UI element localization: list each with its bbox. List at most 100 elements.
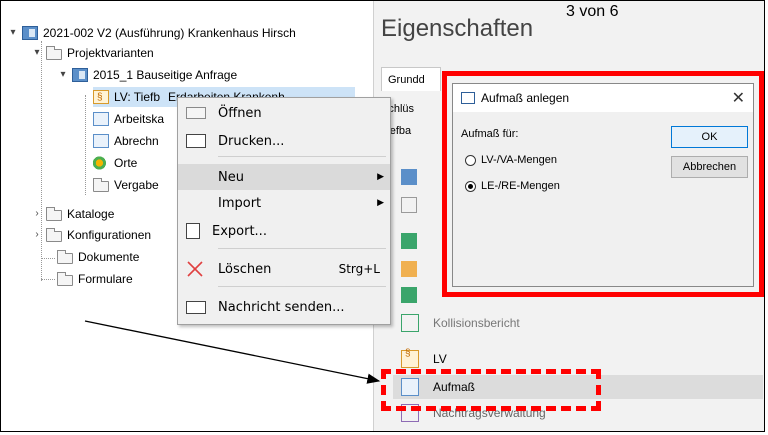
tree-item-formulare[interactable]: Formulare bbox=[57, 269, 133, 289]
tree-item-konfigurationen[interactable]: › Konfigurationen bbox=[31, 225, 151, 245]
tree-item-projektvarianten[interactable]: ▾ Projektvarianten bbox=[31, 43, 154, 63]
tree-item-label: 2015_1 Bauseitige Anfrage bbox=[93, 68, 238, 82]
folder-icon bbox=[46, 206, 62, 221]
menu-item-shortcut: Strg+L bbox=[338, 262, 380, 276]
tree-item-orte[interactable]: Orte bbox=[93, 153, 137, 173]
tree-item-arbeitskalkulation[interactable]: Arbeitska bbox=[93, 109, 164, 129]
ribbon-lv-button[interactable]: LV bbox=[393, 347, 763, 371]
ribbon-label: Kollisionsbericht bbox=[433, 316, 520, 330]
tree-item-label: Projektvarianten bbox=[67, 46, 154, 60]
mail-icon bbox=[186, 300, 206, 314]
tree-item-label: Kataloge bbox=[67, 207, 115, 221]
ribbon-icon[interactable] bbox=[401, 261, 417, 277]
menu-item-label: Import bbox=[218, 195, 262, 211]
folder-icon bbox=[57, 271, 73, 286]
variant-icon bbox=[72, 68, 88, 82]
folder-open-icon bbox=[186, 107, 206, 119]
radio-button[interactable] bbox=[465, 154, 476, 166]
tree-item-label: Orte bbox=[114, 156, 138, 170]
tree-item-abrechnung[interactable]: Abrechn bbox=[93, 131, 159, 151]
chevron-down-icon[interactable]: ▾ bbox=[7, 23, 19, 43]
folder-icon bbox=[46, 45, 62, 60]
ribbon-icon[interactable] bbox=[401, 169, 417, 185]
project-icon bbox=[22, 26, 38, 40]
locations-icon bbox=[93, 156, 109, 170]
radio-le-re-mengen[interactable]: LE-/RE-Mengen bbox=[465, 180, 560, 192]
tree-item-label: Konfigurationen bbox=[67, 228, 152, 242]
folder-icon bbox=[57, 249, 73, 264]
report-icon bbox=[401, 314, 419, 332]
highlight-dashed-box bbox=[381, 369, 601, 411]
menu-item-loeschen[interactable]: Löschen Strg+L bbox=[178, 256, 390, 282]
tree-item-label: LV: Tiefb bbox=[114, 90, 161, 104]
lv-icon bbox=[401, 348, 419, 368]
radio-button-selected[interactable] bbox=[465, 180, 476, 192]
ribbon-icon[interactable] bbox=[401, 233, 417, 249]
ribbon-label: LV bbox=[433, 352, 447, 366]
ribbon-icon[interactable] bbox=[401, 197, 417, 213]
menu-item-label: Export... bbox=[212, 223, 267, 239]
printer-icon bbox=[186, 134, 206, 148]
tree-item-label: 2021-002 V2 (Ausführung) Krankenhaus Hir… bbox=[43, 26, 296, 40]
tab-grunddaten[interactable]: Grundd bbox=[381, 67, 441, 91]
billing-icon bbox=[93, 134, 109, 148]
import-icon bbox=[186, 194, 206, 212]
tree-item-label: Arbeitska bbox=[114, 112, 165, 126]
dialog-titlebar: Aufmaß anlegen ✕ bbox=[453, 84, 753, 112]
menu-separator bbox=[218, 156, 386, 157]
panel-title: Eigenschaften bbox=[381, 15, 534, 42]
ribbon-kollisionsbericht-button[interactable]: Kollisionsbericht bbox=[393, 311, 763, 335]
tree-guide bbox=[85, 95, 86, 195]
menu-item-drucken[interactable]: Drucken... bbox=[178, 128, 390, 154]
dialog-app-icon bbox=[461, 92, 475, 104]
radio-label: LV-/VA-Mengen bbox=[481, 154, 558, 166]
tree-item-variante[interactable]: ▾ 2015_1 Bauseitige Anfrage bbox=[57, 65, 237, 85]
folder-icon bbox=[46, 227, 62, 242]
tree-item-kataloge[interactable]: › Kataloge bbox=[31, 204, 114, 224]
menu-separator bbox=[218, 248, 386, 249]
context-menu: Öffnen Drucken... Neu ▶ Import ▶ Export.… bbox=[177, 97, 391, 325]
tree-item-root[interactable]: ▾ 2021-002 V2 (Ausführung) Krankenhaus H… bbox=[7, 23, 296, 43]
cancel-button[interactable]: Abbrechen bbox=[671, 156, 748, 178]
tree-item-label: Vergabe bbox=[114, 178, 159, 192]
new-icon bbox=[186, 168, 206, 186]
lv-icon bbox=[93, 88, 109, 108]
menu-item-label: Nachricht senden... bbox=[218, 299, 345, 315]
tree-item-vergabe[interactable]: Vergabe bbox=[93, 175, 159, 195]
ok-button[interactable]: OK bbox=[671, 126, 748, 148]
chevron-down-icon[interactable]: ▾ bbox=[31, 43, 43, 63]
menu-item-nachricht-senden[interactable]: Nachricht senden... bbox=[178, 294, 390, 320]
page-counter: 3 von 6 bbox=[566, 3, 619, 20]
submenu-arrow-icon: ▶ bbox=[377, 198, 384, 208]
tree-item-dokumente[interactable]: Dokumente bbox=[57, 247, 139, 267]
dialog-label: Aufmaß für: bbox=[461, 128, 519, 140]
menu-item-label: Drucken... bbox=[218, 133, 285, 149]
submenu-arrow-icon: ▶ bbox=[377, 172, 384, 182]
calculation-icon bbox=[93, 112, 109, 126]
tree-guide bbox=[41, 258, 55, 259]
radio-lv-va-mengen[interactable]: LV-/VA-Mengen bbox=[465, 154, 557, 166]
export-icon bbox=[186, 223, 200, 239]
dialog-title: Aufmaß anlegen bbox=[481, 91, 570, 105]
chevron-down-icon[interactable]: ▾ bbox=[57, 65, 69, 85]
tree-guide bbox=[41, 41, 42, 281]
menu-item-label: Löschen bbox=[218, 261, 272, 277]
menu-item-neu[interactable]: Neu ▶ bbox=[178, 164, 390, 190]
screenshot-frame: ▾ 2021-002 V2 (Ausführung) Krankenhaus H… bbox=[0, 0, 765, 432]
aufmass-dialog: Aufmaß anlegen ✕ Aufmaß für: LV-/VA-Meng… bbox=[452, 83, 754, 287]
close-icon[interactable]: ✕ bbox=[732, 88, 745, 108]
ribbon-icon[interactable] bbox=[401, 287, 417, 303]
tree-item-label: Dokumente bbox=[78, 250, 140, 264]
radio-label: LE-/RE-Mengen bbox=[481, 180, 560, 192]
tree-guide bbox=[41, 279, 55, 280]
folder-icon bbox=[93, 177, 109, 192]
tree-item-label: Formulare bbox=[78, 272, 133, 286]
chevron-right-icon[interactable]: › bbox=[31, 225, 43, 245]
menu-separator bbox=[218, 286, 386, 287]
menu-item-label: Neu bbox=[218, 169, 244, 185]
chevron-right-icon[interactable]: › bbox=[31, 204, 43, 224]
menu-item-export[interactable]: Export... bbox=[178, 218, 390, 244]
delete-icon bbox=[186, 260, 206, 278]
menu-item-oeffnen[interactable]: Öffnen bbox=[178, 100, 390, 126]
menu-item-import[interactable]: Import ▶ bbox=[178, 190, 390, 216]
